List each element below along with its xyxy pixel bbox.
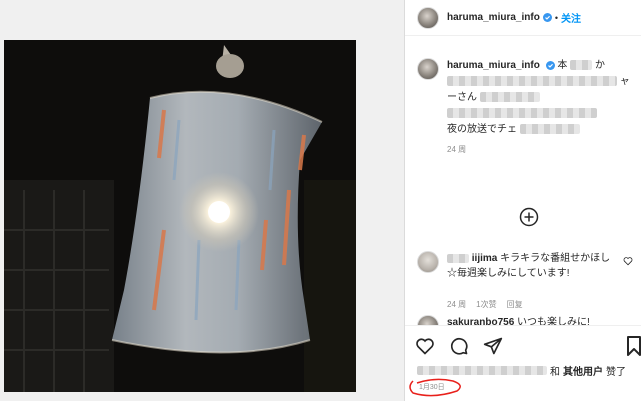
post-sidebar: haruma_miura_info • 关注 haruma_miura_info… [404,0,641,401]
red-circle-annotation [409,378,461,397]
heart-icon[interactable] [415,336,435,356]
comment-time: 24 周 [447,300,467,309]
blurred-text [417,366,547,375]
post-photo[interactable] [4,40,356,392]
caption-line-2: ャ [447,74,632,90]
lamp-image [4,40,356,392]
reply-button[interactable]: 回复 [507,297,523,312]
blurred-text [570,60,593,71]
post-header: haruma_miura_info • 关注 [405,0,641,36]
verified-icon [545,60,555,70]
likes-prefix: 和 [550,367,560,378]
likes-others[interactable]: 其他用户 [563,363,603,378]
bookmark-icon [627,336,641,356]
separator-dot: • [554,12,558,23]
comment-meta: 24 周 1次赞 回复 [447,297,617,312]
load-more-comments-button[interactable] [519,207,539,227]
verified-icon [542,13,552,22]
caption-line-blur [447,106,632,122]
avatar[interactable] [417,251,439,273]
avatar[interactable] [417,58,439,80]
comment-text: いつも楽しみに! [517,317,590,325]
comment: iijima キラキラな番組せかほし☆毎週楽しみにしています! 24 周 1次赞… [417,251,639,312]
comment-icon[interactable] [449,336,469,356]
blurred-text [447,253,469,263]
share-icon[interactable] [483,336,503,356]
caption: haruma_miura_info 本 か ャ ーさん 夜の放送でチェ 24 周 [417,58,632,158]
blurred-text [447,76,617,87]
heart-icon [623,257,633,266]
follow-button[interactable]: 关注 [561,10,581,25]
caption-text: ャ [619,76,630,87]
comment-likes[interactable]: 1次赞 [476,297,496,312]
caption-line-3: ーさん [447,90,632,106]
comment-like-button[interactable] [623,256,633,268]
caption-username[interactable]: haruma_miura_info [447,60,540,71]
likes-suffix: 赞了 [606,367,626,378]
caption-body: haruma_miura_info 本 か ャ ーさん 夜の放送でチェ 24 周 [447,58,632,158]
comment: sakuranbo756 いつも楽しみに! [417,315,639,325]
action-bar [415,336,503,356]
caption-line-1: haruma_miura_info 本 か [447,58,632,74]
caption-text: か [594,60,605,71]
header-username[interactable]: haruma_miura_info [447,12,540,23]
caption-text: 本 [557,60,568,71]
avatar[interactable] [417,6,439,29]
blurred-text [479,92,540,103]
caption-line-4: 夜の放送でチェ [447,122,632,138]
avatar[interactable] [417,315,439,325]
plus-circle-icon [519,207,539,227]
caption-time: 24 周 [447,145,467,154]
comment-body: iijima キラキラな番組せかほし☆毎週楽しみにしています! 24 周 1次赞… [447,251,617,312]
post-modal: haruma_miura_info • 关注 haruma_miura_info… [0,0,641,401]
comment-username[interactable]: sakuranbo756 [447,317,514,325]
photo-pane [0,0,404,401]
comment-body: sakuranbo756 いつも楽しみに! [447,315,590,325]
blurred-text [447,108,597,119]
save-button[interactable] [627,336,641,358]
post-actions: 和 其他用户 赞了 1月30日 [405,325,641,401]
blurred-text [519,124,580,135]
comment-username[interactable]: iijima [472,253,498,264]
caption-text: ーさん [447,92,477,103]
caption-text: 夜の放送でチェ [447,124,517,135]
